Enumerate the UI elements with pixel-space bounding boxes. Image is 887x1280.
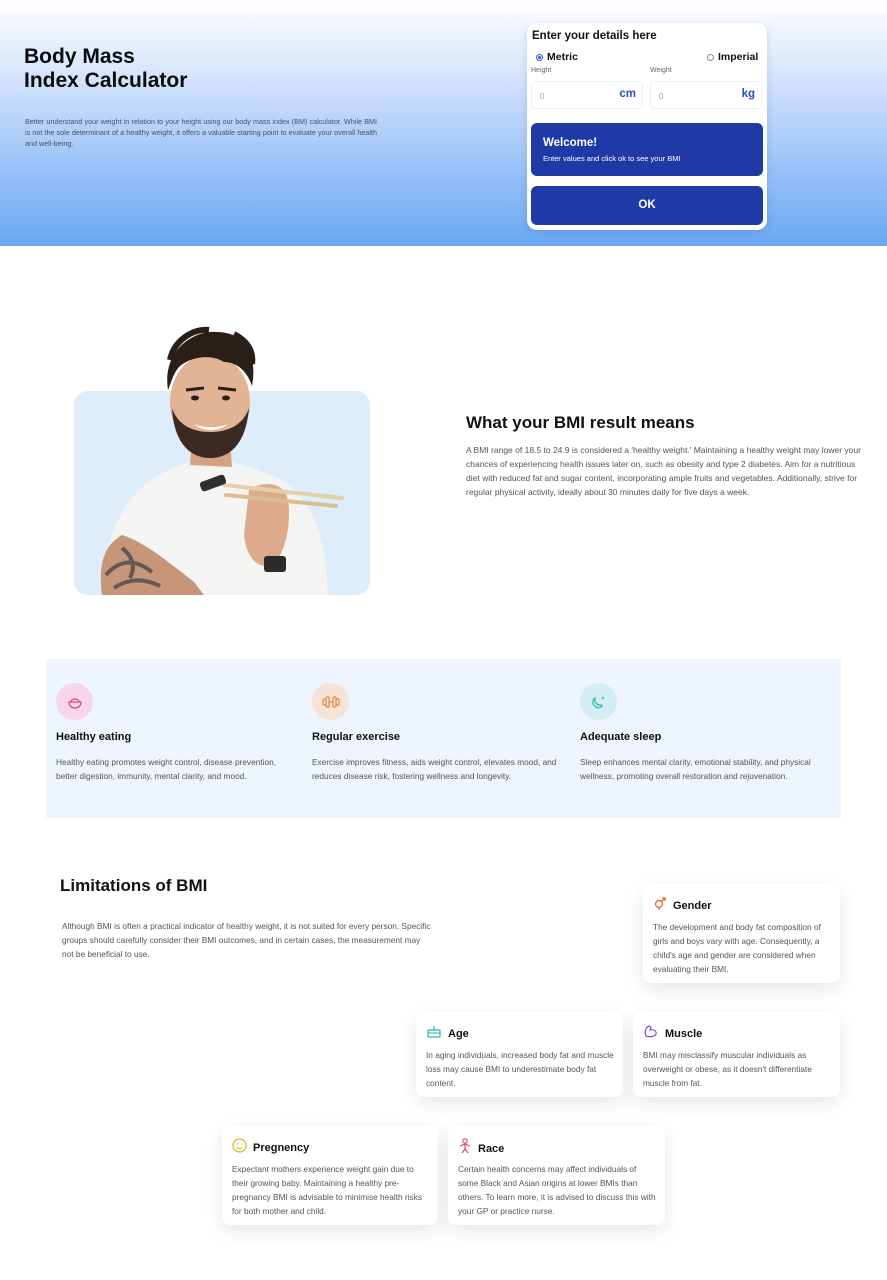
dumbbell-icon bbox=[312, 683, 349, 720]
card-title: Gender bbox=[673, 899, 712, 912]
pregnancy-icon bbox=[232, 1138, 247, 1158]
welcome-title: Welcome! bbox=[543, 137, 598, 149]
weight-unit-label: kg bbox=[741, 88, 755, 100]
imperial-radio-indicator[interactable] bbox=[707, 53, 714, 61]
food-bowl-icon bbox=[56, 683, 93, 720]
calculator-heading: Enter your details here bbox=[532, 30, 657, 42]
limitation-card-race: Race Certain health concerns may affect … bbox=[448, 1126, 665, 1225]
result-text: A BMI range of 18.5 to 24.9 is considere… bbox=[466, 445, 861, 497]
man-illustration bbox=[100, 326, 344, 595]
hero-description: Better understand your weight in relatio… bbox=[25, 117, 377, 148]
weight-input-value[interactable]: 0 bbox=[659, 92, 663, 101]
benefit-text: Healthy eating promotes weight control, … bbox=[56, 757, 276, 781]
height-input-value[interactable]: 0 bbox=[540, 92, 544, 101]
card-text: The development and body fat composition… bbox=[653, 922, 821, 974]
card-text: BMI may misclassify muscular individuals… bbox=[643, 1050, 812, 1088]
card-header: Age bbox=[426, 1024, 469, 1043]
benefit-title: Adequate sleep bbox=[580, 731, 662, 743]
result-title: What your BMI result means bbox=[466, 413, 695, 432]
limitation-card-pregnancy: Pregnency Expectant mothers experience w… bbox=[222, 1126, 438, 1225]
benefits-section: Healthy eating Healthy eating promotes w… bbox=[46, 659, 841, 818]
card-text: In aging individuals, increased body fat… bbox=[426, 1050, 614, 1088]
weight-label: Weight bbox=[650, 67, 672, 74]
welcome-text: Enter values and click ok to see your BM… bbox=[543, 154, 681, 163]
card-header: Race bbox=[458, 1138, 504, 1159]
card-header: Gender bbox=[653, 896, 712, 915]
limitation-card-gender: Gender The development and body fat comp… bbox=[643, 884, 840, 983]
moon-icon bbox=[580, 683, 617, 720]
hero-section: Body Mass Index Calculator Better unders… bbox=[0, 0, 887, 246]
card-title: Race bbox=[478, 1142, 505, 1155]
cake-icon bbox=[426, 1024, 442, 1043]
metric-radio[interactable]: Metric bbox=[536, 51, 578, 63]
limitation-card-age: Age In aging individuals, increased body… bbox=[416, 1012, 623, 1097]
card-title: Pregnency bbox=[253, 1142, 310, 1154]
height-field[interactable]: 0 cm bbox=[531, 81, 643, 109]
limitation-card-muscle: Muscle BMI may misclassify muscular indi… bbox=[633, 1012, 840, 1097]
height-unit-label: cm bbox=[619, 88, 636, 100]
gender-icon bbox=[653, 896, 667, 915]
page-title: Body Mass Index Calculator bbox=[24, 45, 188, 92]
card-title: Muscle bbox=[665, 1027, 703, 1040]
metric-radio-indicator[interactable] bbox=[536, 53, 543, 61]
ok-button[interactable]: OK bbox=[531, 186, 763, 225]
card-text: Certain health concerns may affect indiv… bbox=[458, 1164, 656, 1216]
card-title: Age bbox=[448, 1027, 469, 1040]
weight-field[interactable]: 0 kg bbox=[650, 81, 762, 109]
imperial-radio-label: Imperial bbox=[718, 51, 759, 63]
benefit-text: Sleep enhances mental clarity, emotional… bbox=[580, 757, 811, 781]
man-eating-photo bbox=[74, 320, 370, 595]
card-header: Muscle bbox=[643, 1024, 702, 1043]
benefit-title: Healthy eating bbox=[56, 731, 132, 743]
bmi-calculator-card: Enter your details here Metric Imperial … bbox=[527, 23, 767, 230]
benefit-title: Regular exercise bbox=[312, 731, 401, 743]
muscle-icon bbox=[643, 1024, 659, 1043]
benefit-text: Exercise improves fitness, aids weight c… bbox=[312, 757, 557, 781]
limitations-text: Although BMI is often a practical indica… bbox=[62, 921, 431, 959]
card-text: Expectant mothers experience weight gain… bbox=[232, 1164, 422, 1216]
imperial-radio[interactable]: Imperial bbox=[707, 51, 758, 63]
welcome-message-box: Welcome! Enter values and click ok to se… bbox=[531, 123, 763, 176]
limitations-title: Limitations of BMI bbox=[60, 876, 208, 895]
height-label: Height bbox=[531, 67, 552, 74]
card-header: Pregnency bbox=[232, 1138, 309, 1158]
person-icon bbox=[458, 1138, 472, 1159]
metric-radio-label: Metric bbox=[547, 51, 578, 63]
